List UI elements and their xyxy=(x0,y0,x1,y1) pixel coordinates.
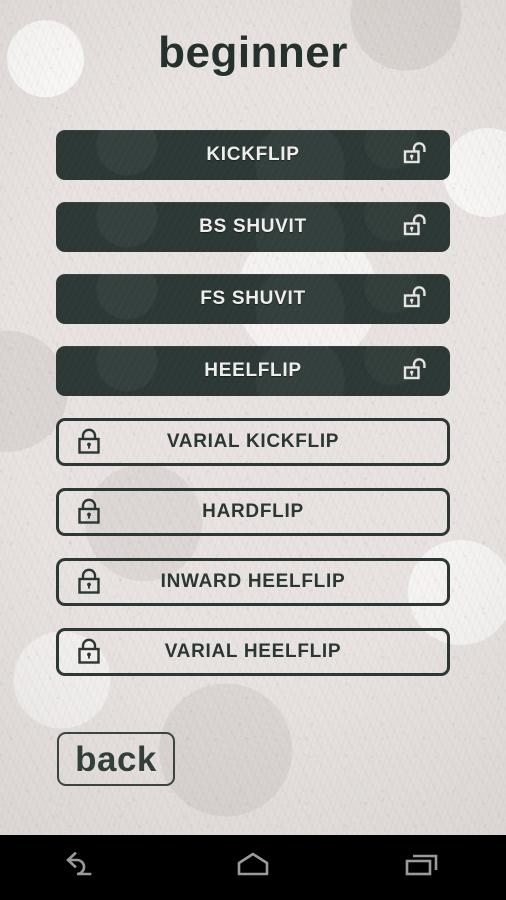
app-screen: beginner KICKFLIP BS SHUVIT FS SHUVIT HEELF… xyxy=(0,0,506,900)
recents-nav-icon xyxy=(400,848,444,887)
trick-label: HARDFLIP xyxy=(202,501,304,522)
lock-icon xyxy=(63,631,115,673)
android-navigation-bar xyxy=(0,835,506,900)
trick-label: VARIAL KICKFLIP xyxy=(166,431,340,452)
trick-row[interactable]: KICKFLIP xyxy=(56,130,450,180)
trick-label: INWARD HEELFLIP xyxy=(160,571,346,592)
unlock-icon xyxy=(390,346,442,396)
back-button[interactable]: back xyxy=(57,732,175,786)
home-nav-button[interactable] xyxy=(169,835,338,900)
home-nav-icon xyxy=(231,848,275,887)
lock-icon xyxy=(63,491,115,533)
page-content: beginner KICKFLIP BS SHUVIT FS SHUVIT HEELF… xyxy=(0,0,506,835)
trick-row[interactable]: HEELFLIP xyxy=(56,346,450,396)
trick-row[interactable]: INWARD HEELFLIP xyxy=(56,558,450,606)
unlock-icon xyxy=(390,274,442,324)
back-nav-icon xyxy=(62,848,106,887)
trick-row[interactable]: HARDFLIP xyxy=(56,488,450,536)
lock-icon xyxy=(63,561,115,603)
lock-icon xyxy=(63,421,115,463)
unlock-icon xyxy=(390,130,442,180)
trick-list: KICKFLIP BS SHUVIT FS SHUVIT HEELFLIP VARIAL… xyxy=(56,130,450,698)
trick-row[interactable]: VARIAL HEELFLIP xyxy=(56,628,450,676)
back-nav-button[interactable] xyxy=(0,835,169,900)
back-button-label: back xyxy=(75,739,157,779)
recents-nav-button[interactable] xyxy=(337,835,506,900)
page-title: beginner xyxy=(158,28,348,77)
trick-row[interactable]: FS SHUVIT xyxy=(56,274,450,324)
trick-label: VARIAL HEELFLIP xyxy=(164,641,342,662)
trick-row[interactable]: VARIAL KICKFLIP xyxy=(56,418,450,466)
unlock-icon xyxy=(390,202,442,252)
trick-row[interactable]: BS SHUVIT xyxy=(56,202,450,252)
